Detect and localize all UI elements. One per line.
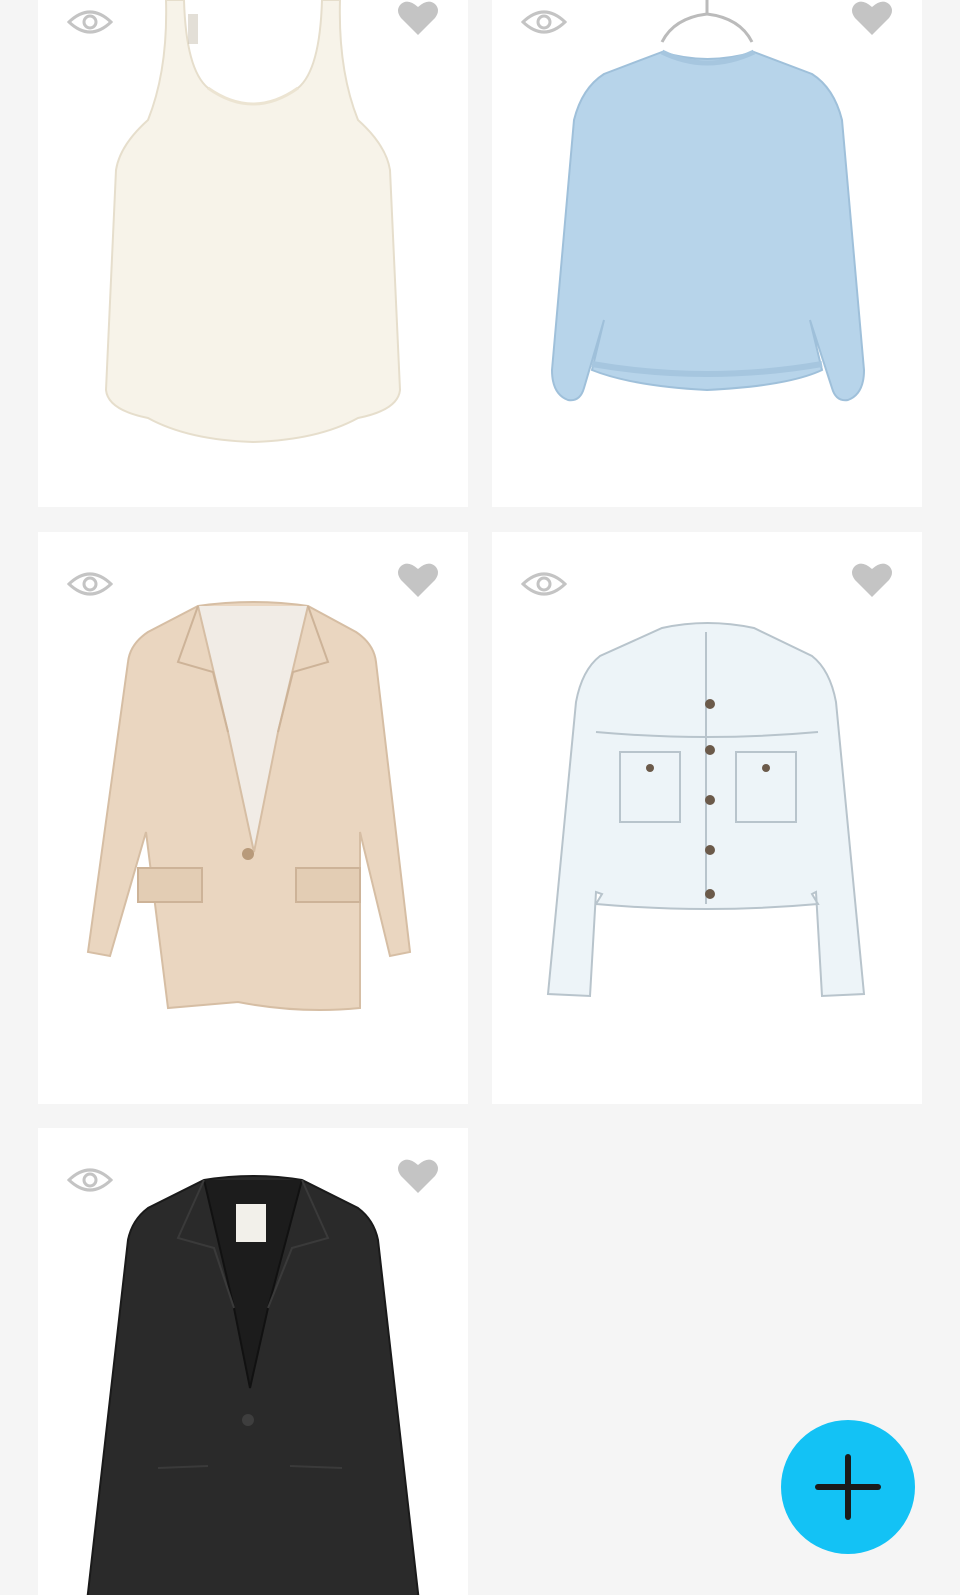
eye-button[interactable] xyxy=(520,564,568,604)
eye-button[interactable] xyxy=(66,2,114,42)
eye-icon xyxy=(521,572,567,596)
eye-icon xyxy=(67,572,113,596)
favorite-button[interactable] xyxy=(394,0,442,38)
beige-blazer-image xyxy=(86,601,412,1011)
add-item-button[interactable] xyxy=(781,1420,915,1554)
favorite-button[interactable] xyxy=(848,560,896,600)
eye-icon xyxy=(67,1168,113,1192)
eye-icon xyxy=(521,10,567,34)
item-card-beige-blazer[interactable] xyxy=(38,532,468,1104)
heart-icon xyxy=(398,1159,438,1193)
heart-icon xyxy=(398,563,438,597)
heart-icon xyxy=(398,1,438,36)
plus-icon xyxy=(815,1454,881,1520)
heart-icon xyxy=(852,563,892,597)
eye-icon xyxy=(67,10,113,34)
favorite-button[interactable] xyxy=(394,560,442,600)
item-card-light-blue-sweatshirt[interactable] xyxy=(492,0,922,507)
item-card-white-denim-jacket[interactable] xyxy=(492,532,922,1104)
white-tank-top-image xyxy=(104,0,402,444)
light-blue-sweatshirt-image xyxy=(550,0,866,402)
eye-button[interactable] xyxy=(66,564,114,604)
favorite-button[interactable] xyxy=(848,0,896,38)
favorite-button[interactable] xyxy=(394,1156,442,1196)
heart-icon xyxy=(852,1,892,36)
white-denim-jacket-image xyxy=(546,622,866,998)
item-card-white-tank-top[interactable] xyxy=(38,0,468,507)
item-card-black-blazer[interactable] xyxy=(38,1128,468,1595)
eye-button[interactable] xyxy=(66,1160,114,1200)
wardrobe-grid xyxy=(0,0,960,1595)
eye-button[interactable] xyxy=(520,2,568,42)
